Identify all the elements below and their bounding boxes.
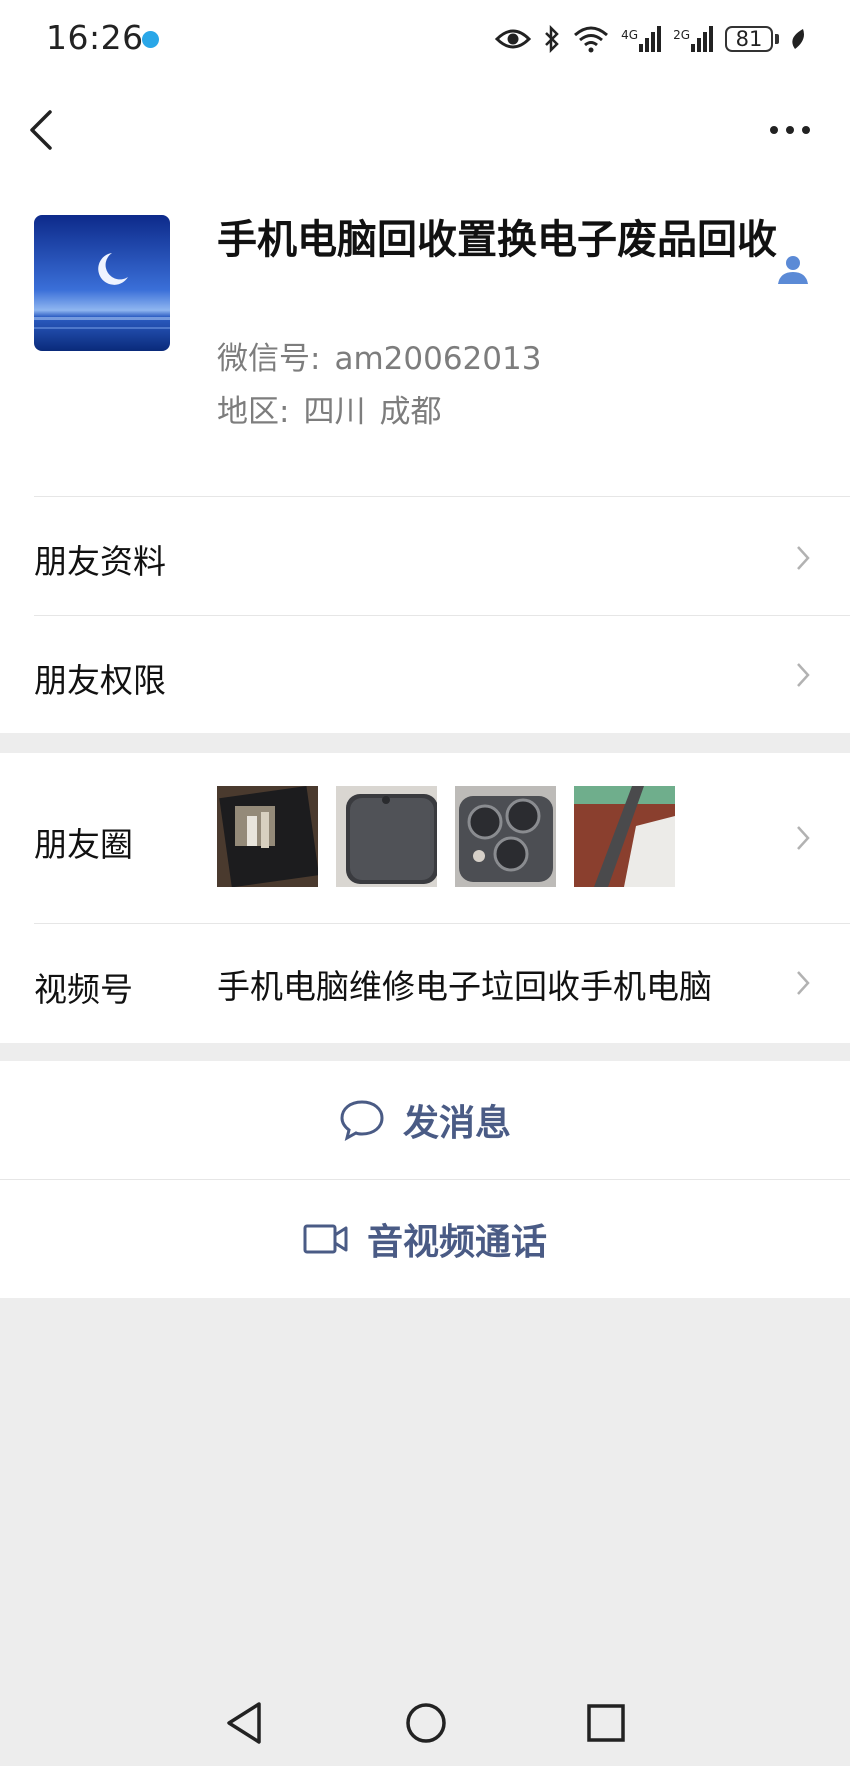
moment-thumbnail [574, 786, 675, 887]
send-message-button[interactable]: 发消息 [0, 1061, 850, 1179]
friend-profile-label: 朋友资料 [34, 542, 166, 581]
moments-label: 朋友圈 [34, 825, 133, 864]
contact-name: 手机电脑回收置换电子废品回收 [217, 217, 777, 263]
nav-home-icon[interactable] [403, 1700, 449, 1746]
status-icons: 4G 2G 81 [495, 20, 805, 58]
eye-icon [495, 29, 532, 49]
signal-2-icon: 2G [673, 26, 713, 52]
chevron-right-icon [797, 663, 810, 687]
status-time: 16:26 [46, 18, 144, 57]
region-row: 地区: 四川 成都 [217, 386, 441, 431]
nav-back-icon[interactable] [221, 1700, 267, 1746]
back-icon[interactable] [26, 108, 56, 152]
channels-value: 手机电脑维修电子垃回收手机电脑 [217, 967, 712, 1006]
friend-permissions-label: 朋友权限 [34, 661, 166, 700]
location-dot-icon [142, 31, 159, 48]
leaf-icon [792, 29, 804, 49]
nav-recents-icon[interactable] [583, 1700, 629, 1746]
avatar[interactable] [34, 215, 170, 351]
moment-thumbnail [455, 786, 556, 887]
region-label: 地区: [217, 394, 290, 430]
moment-thumbnail [336, 786, 437, 887]
chat-bubble-icon [340, 1100, 384, 1141]
chevron-right-icon [797, 546, 810, 570]
channels-label: 视频号 [34, 970, 133, 1009]
send-message-label: 发消息 [402, 1103, 511, 1144]
region-province: 四川 [303, 394, 366, 430]
video-camera-icon [303, 1224, 348, 1254]
wechat-id-label: 微信号: [217, 341, 321, 377]
voice-video-call-button[interactable]: 音视频通话 [0, 1180, 850, 1298]
bluetooth-icon [545, 25, 559, 53]
wechat-id-row: 微信号: am20062013 [217, 333, 541, 378]
person-icon [778, 256, 808, 284]
voice-video-call-label: 音视频通话 [366, 1222, 547, 1263]
moment-thumbnail [217, 786, 318, 887]
wechat-id-value: am20062013 [334, 341, 542, 377]
wifi-icon [574, 26, 609, 53]
battery-icon: 81 [725, 26, 779, 52]
chevron-right-icon [797, 826, 810, 850]
chevron-right-icon [797, 971, 810, 995]
region-city: 成都 [379, 394, 442, 430]
more-icon[interactable] [768, 118, 812, 142]
signal-1-icon: 4G [621, 26, 662, 52]
